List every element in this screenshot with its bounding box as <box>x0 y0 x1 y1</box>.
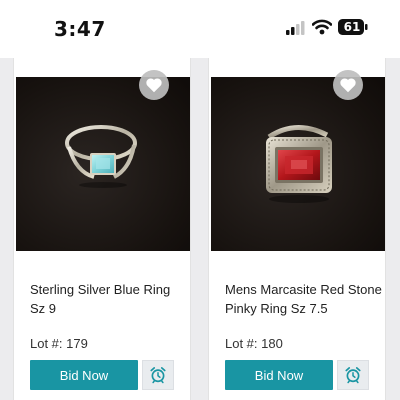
wifi-icon <box>312 19 332 35</box>
lot-card[interactable]: Sterling Silver Blue Ring Sz 9 Lot #: 17… <box>13 58 191 400</box>
heart-icon <box>146 78 162 93</box>
cellular-signal-icon <box>286 21 305 35</box>
lot-title[interactable]: Mens Marcasite Red Stone Pinky Ring Sz 7… <box>225 280 385 318</box>
status-time: 3:47 <box>54 17 106 41</box>
lot-photo[interactable] <box>211 77 385 251</box>
ring-image <box>266 124 332 203</box>
battery-level: 61 <box>343 20 361 34</box>
status-bar: 3:47 61 <box>0 0 400 58</box>
favorite-heart-button[interactable] <box>333 70 363 100</box>
watch-reminder-button[interactable] <box>142 360 174 390</box>
heart-icon <box>340 78 356 93</box>
bid-now-button[interactable]: Bid Now <box>225 360 333 390</box>
lot-photo[interactable] <box>16 77 190 251</box>
lot-number: Lot #: 179 <box>30 336 88 351</box>
bid-now-button[interactable]: Bid Now <box>30 360 138 390</box>
watch-reminder-button[interactable] <box>337 360 369 390</box>
ring-image <box>65 125 137 188</box>
lot-title[interactable]: Sterling Silver Blue Ring Sz 9 <box>30 280 180 318</box>
favorite-heart-button[interactable] <box>139 70 169 100</box>
alarm-clock-icon <box>150 367 166 384</box>
lot-card[interactable]: Mens Marcasite Red Stone Pinky Ring Sz 7… <box>208 58 386 400</box>
lot-number: Lot #: 180 <box>225 336 283 351</box>
alarm-clock-icon <box>345 367 361 384</box>
